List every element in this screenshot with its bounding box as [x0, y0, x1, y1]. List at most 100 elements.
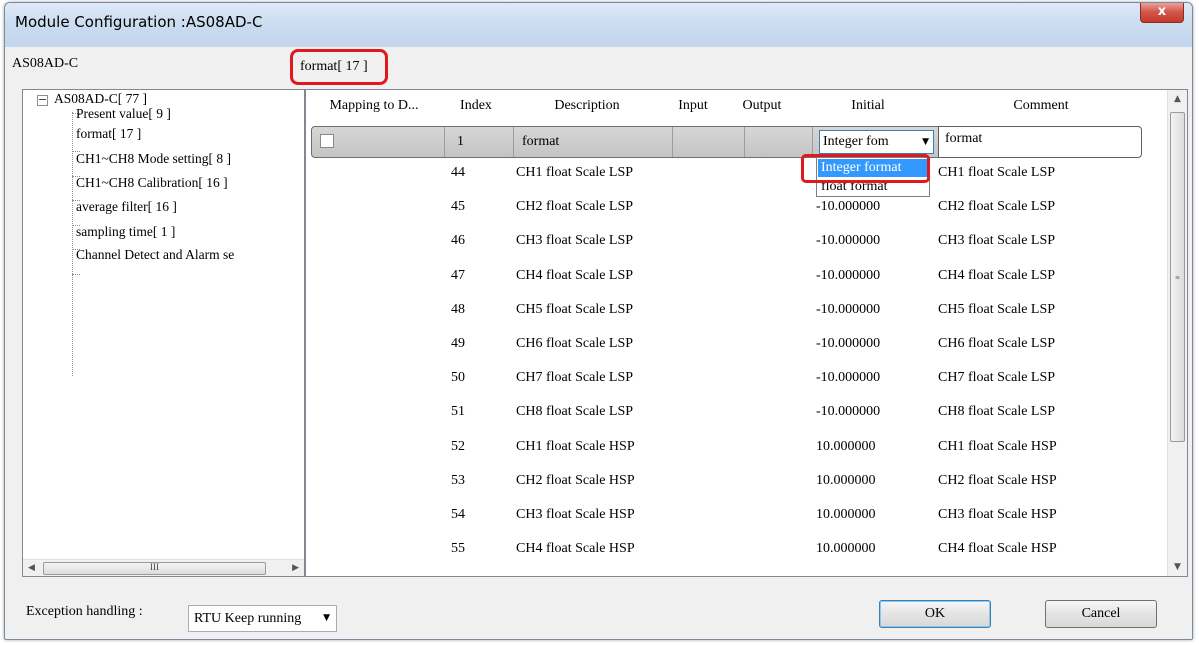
table-row[interactable]: 48 CH5 float Scale LSP -10.000000 CH5 float… [306, 295, 1166, 329]
column-description[interactable]: Description [512, 98, 662, 114]
row-index: 49 [451, 336, 465, 351]
row-index: 45 [451, 199, 465, 215]
tree-root[interactable]: AS08AD-C[ 77 ] [54, 91, 147, 107]
scroll-up-icon[interactable]: ▲ [1174, 94, 1181, 104]
table-row[interactable]: 53 CH2 float Scale HSP 10.000000 CH2 float … [306, 466, 1166, 500]
row-initial: 10.000000 [816, 541, 876, 557]
row-initial: 10.000000 [816, 575, 876, 576]
row-comment: CH6 float Scale LSP [938, 336, 1056, 351]
tree-item-average-filter[interactable]: average filter[ 16 ] [76, 199, 177, 215]
exception-handling-value: RTU Keep running [194, 611, 302, 626]
combo-value: Integer fom [823, 134, 889, 149]
table-row[interactable]: 49 CH6 float Scale LSP -10.000000 CH6 float… [306, 329, 1166, 363]
collapse-icon[interactable]: − [37, 94, 48, 106]
scroll-grip-icon: III [150, 562, 159, 572]
table-row[interactable]: 50 CH7 float Scale LSP -10.000000 CH7 float… [306, 363, 1166, 397]
row-comment: CH3 float Scale LSP [938, 233, 1056, 249]
row-index: 55 [451, 541, 465, 557]
exception-handling-select[interactable]: RTU Keep running ▼ [188, 605, 337, 632]
row-description: CH4 float Scale HSP [516, 541, 635, 557]
tree-item-format[interactable]: format[ 17 ] [76, 126, 141, 142]
row-initial: 10.000000 [816, 472, 876, 488]
selected-description: format [522, 134, 560, 149]
tree-item-channel-detect[interactable]: Channel Detect and Alarm se [76, 247, 234, 263]
row-comment: CH3 float Scale HSP [938, 507, 1057, 522]
comment-field[interactable]: format [938, 126, 1142, 158]
title-bar: Module Configuration :AS08AD-C x [5, 3, 1192, 47]
row-initial: 10.000000 [816, 438, 876, 454]
tree-item-present-value[interactable]: Present value[ 9 ] [76, 106, 171, 122]
module-label: AS08AD-C [12, 56, 79, 71]
chevron-down-icon[interactable]: ▼ [922, 131, 929, 153]
column-output[interactable]: Output [732, 98, 792, 114]
table-row[interactable]: 45 CH2 float Scale LSP -10.000000 CH2 float… [306, 192, 1166, 226]
row-comment: CH4 float Scale HSP [938, 541, 1057, 557]
column-initial[interactable]: Initial [828, 98, 908, 114]
row-initial: -10.000000 [816, 233, 881, 249]
row-comment: CH4 float Scale LSP [938, 267, 1056, 283]
row-comment: CH1 float Scale HSP [938, 438, 1057, 454]
row-index: 50 [451, 370, 465, 386]
scroll-left-icon[interactable]: ◀ [28, 563, 35, 573]
close-icon: x [1157, 4, 1167, 19]
table-row[interactable]: 51 CH8 float Scale LSP -10.000000 CH8 float… [306, 397, 1166, 431]
row-index: 51 [451, 404, 465, 420]
group-label: format[ 17 ] [290, 49, 388, 85]
tree-horizontal-scrollbar[interactable]: ◀ III ▶ [23, 559, 304, 576]
row-comment: CH2 float Scale LSP [938, 199, 1056, 215]
mapping-checkbox[interactable] [320, 134, 334, 148]
close-button[interactable]: x [1140, 3, 1184, 23]
row-index: 46 [451, 233, 465, 249]
table-row[interactable]: 55 CH4 float Scale HSP 10.000000 CH4 float … [306, 534, 1166, 568]
scroll-thumb[interactable]: III [43, 562, 266, 575]
table-row[interactable]: 54 CH3 float Scale HSP 10.000000 CH3 float … [306, 500, 1166, 534]
grid-header: Mapping to D... Index Description Input … [306, 90, 1166, 126]
scroll-down-icon[interactable]: ▼ [1174, 562, 1181, 572]
row-initial: -10.000000 [816, 199, 881, 215]
table-row[interactable]: 56 CH5 float Scale HSP 10.000000 CH5 float … [306, 568, 1166, 576]
table-row[interactable]: 47 CH4 float Scale LSP -10.000000 CH4 float… [306, 261, 1166, 295]
row-comment: CH5 float Scale LSP [938, 301, 1056, 317]
row-initial: -10.000000 [816, 336, 881, 351]
row-index: 47 [451, 267, 465, 283]
row-initial: -10.000000 [816, 370, 881, 386]
cancel-button[interactable]: Cancel [1045, 600, 1157, 628]
row-comment: CH1 float Scale LSP [938, 165, 1056, 180]
table-row[interactable]: 52 CH1 float Scale HSP 10.000000 CH1 float … [306, 432, 1166, 466]
window-title: Module Configuration :AS08AD-C [15, 13, 263, 31]
row-description: CH2 float Scale HSP [516, 472, 635, 488]
column-mapping[interactable]: Mapping to D... [314, 98, 434, 114]
row-index: 56 [451, 575, 465, 576]
table-row[interactable]: 44 CH1 float Scale LSP CH1 float Scale LSP [306, 158, 1166, 192]
parameter-tree[interactable]: − AS08AD-C[ 77 ] Present value[ 9 ] form… [22, 89, 305, 577]
scroll-right-icon[interactable]: ▶ [292, 563, 299, 573]
initial-format-combo[interactable]: Integer fom ▼ [819, 130, 934, 154]
row-description: CH3 float Scale HSP [516, 507, 635, 522]
scroll-thumb[interactable]: ≡ [1170, 112, 1185, 442]
row-index: 48 [451, 301, 465, 317]
row-comment: CH2 float Scale HSP [938, 472, 1057, 488]
tree-item-sampling-time[interactable]: sampling time[ 1 ] [76, 224, 175, 240]
row-description: CH3 float Scale LSP [516, 233, 634, 249]
row-initial: -10.000000 [816, 301, 881, 317]
grid-vertical-scrollbar[interactable]: ▲ ≡ ▼ [1167, 90, 1187, 576]
row-description: CH5 float Scale HSP [516, 575, 635, 576]
parameter-grid[interactable]: Mapping to D... Index Description Input … [305, 89, 1188, 577]
row-initial: 10.000000 [816, 507, 876, 522]
column-input[interactable]: Input [668, 98, 718, 114]
ok-button[interactable]: OK [879, 600, 991, 628]
tree-item-calibration[interactable]: CH1~CH8 Calibration[ 16 ] [76, 175, 228, 191]
exception-handling-label: Exception handling : [26, 604, 143, 619]
column-index[interactable]: Index [451, 98, 501, 114]
row-index: 54 [451, 507, 465, 522]
column-comment[interactable]: Comment [946, 98, 1136, 114]
selected-row[interactable]: 1 format Integer fom ▼ format [311, 126, 1142, 158]
row-description: CH1 float Scale HSP [516, 438, 635, 454]
scroll-grip-icon: ≡ [1175, 273, 1180, 282]
row-description: CH7 float Scale LSP [516, 370, 634, 386]
row-description: CH8 float Scale LSP [516, 404, 634, 420]
table-row[interactable]: 46 CH3 float Scale LSP -10.000000 CH3 float… [306, 226, 1166, 260]
row-index: 53 [451, 472, 465, 488]
tree-item-mode-setting[interactable]: CH1~CH8 Mode setting[ 8 ] [76, 151, 231, 167]
chevron-down-icon[interactable]: ▼ [323, 606, 330, 631]
